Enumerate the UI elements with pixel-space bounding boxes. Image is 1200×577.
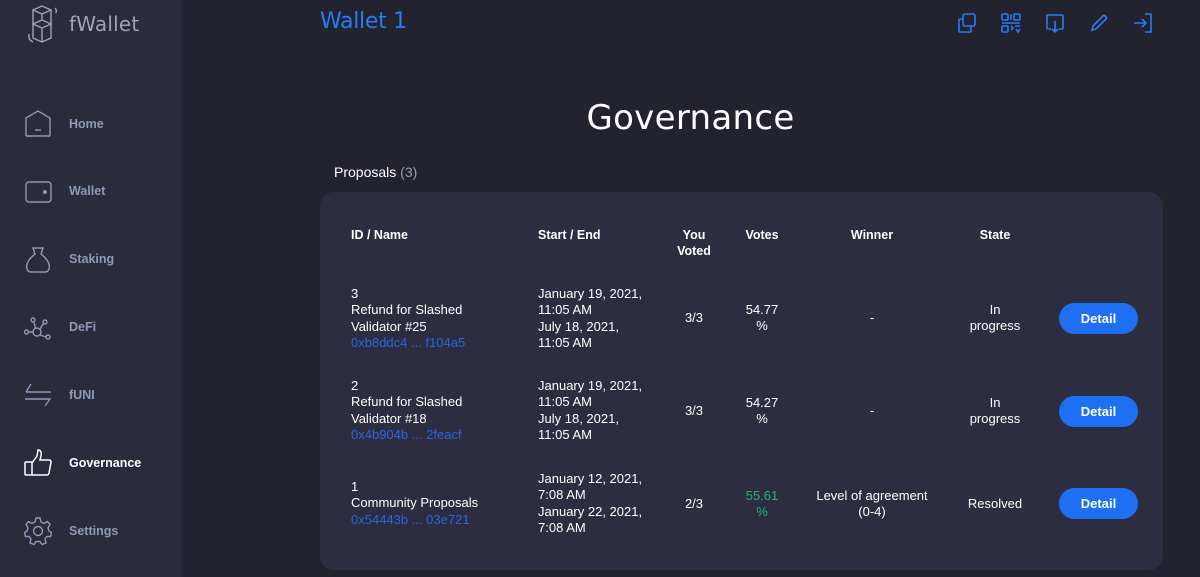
wallet-icon bbox=[23, 176, 53, 206]
copy-icon[interactable] bbox=[955, 11, 979, 35]
header-you-voted: You Voted bbox=[677, 228, 711, 258]
sidebar-item-label: Settings bbox=[69, 524, 119, 538]
sidebar-item-label: Staking bbox=[69, 252, 115, 266]
you-voted-value: 2/3 bbox=[684, 496, 704, 511]
gear-icon bbox=[23, 516, 53, 546]
sidebar-item-wallet[interactable]: Wallet bbox=[23, 171, 173, 211]
sidebar-item-label: fUNI bbox=[69, 388, 95, 402]
proposals-count: (3) bbox=[400, 164, 418, 180]
detail-button[interactable]: Detail bbox=[1059, 488, 1138, 519]
state-value: In progress bbox=[969, 302, 1021, 334]
sidebar-item-settings[interactable]: Settings bbox=[23, 511, 173, 551]
proposal-id-name: 3 Refund for Slashed Validator #25 0xb8d… bbox=[351, 286, 466, 351]
winner-value: Level of agreement (0-4) bbox=[816, 488, 928, 520]
staking-bag-icon bbox=[23, 244, 53, 274]
qr-code-icon[interactable] bbox=[999, 11, 1023, 35]
sidebar-item-staking[interactable]: Staking bbox=[23, 239, 173, 279]
winner-value: - bbox=[869, 403, 875, 418]
proposal-address-link[interactable]: 0x54443b ... 03e721 bbox=[351, 512, 478, 528]
votes-value: 54.77 % bbox=[745, 302, 779, 334]
sidebar-item-home[interactable]: Home bbox=[23, 104, 173, 144]
sidebar-item-governance[interactable]: Governance bbox=[23, 443, 173, 483]
sidebar-item-label: Home bbox=[69, 117, 104, 131]
app-name: fWallet bbox=[69, 12, 140, 36]
defi-network-icon bbox=[23, 312, 53, 342]
sidebar: fWallet Home Wallet Staking DeFi fUNI Go… bbox=[0, 0, 181, 577]
header-actions bbox=[955, 11, 1175, 35]
fantom-logo-icon bbox=[28, 5, 58, 43]
header-state: State bbox=[979, 228, 1011, 242]
winner-value: - bbox=[869, 310, 875, 325]
you-voted-value: 3/3 bbox=[684, 310, 704, 325]
proposals-label: Proposals bbox=[334, 164, 397, 180]
proposal-dates: January 12, 2021, 7:08 AM January 22, 20… bbox=[538, 471, 643, 535]
pencil-icon[interactable] bbox=[1087, 11, 1111, 35]
state-value: In progress bbox=[969, 395, 1021, 427]
sidebar-item-funi[interactable]: fUNI bbox=[23, 375, 173, 415]
proposal-address-link[interactable]: 0xb8ddc4 ... f104a5 bbox=[351, 335, 465, 351]
header-votes: Votes bbox=[745, 228, 779, 242]
you-voted-value: 3/3 bbox=[684, 403, 704, 418]
wallet-title[interactable]: Wallet 1 bbox=[320, 9, 407, 34]
proposal-dates: January 19, 2021, 11:05 AM July 18, 2021… bbox=[538, 286, 643, 350]
votes-value: 54.27 % bbox=[745, 395, 779, 427]
detail-button[interactable]: Detail bbox=[1059, 396, 1138, 427]
app-logo[interactable]: fWallet bbox=[24, 4, 139, 48]
proposals-heading: Proposals (3) bbox=[334, 164, 417, 180]
home-icon bbox=[23, 109, 53, 139]
sidebar-item-label: DeFi bbox=[69, 320, 97, 334]
sidebar-item-defi[interactable]: DeFi bbox=[23, 307, 173, 347]
page-title: Governance bbox=[586, 98, 795, 138]
sidebar-item-label: Governance bbox=[69, 456, 142, 470]
header-id-name: ID / Name bbox=[351, 228, 408, 242]
proposal-id-name: 1 Community Proposals 0x54443b ... 03e72… bbox=[351, 479, 479, 528]
swap-arrows-icon bbox=[23, 380, 53, 410]
header-start-end: Start / End bbox=[538, 228, 601, 242]
download-icon[interactable] bbox=[1043, 11, 1067, 35]
proposal-id-name: 2 Refund for Slashed Validator #18 0x4b9… bbox=[351, 378, 463, 443]
proposal-address-link[interactable]: 0x4b904b ... 2feacf bbox=[351, 427, 462, 443]
header-winner: Winner bbox=[850, 228, 894, 242]
detail-button[interactable]: Detail bbox=[1059, 303, 1138, 334]
state-value: Resolved bbox=[967, 496, 1023, 511]
proposal-dates: January 19, 2021, 11:05 AM July 18, 2021… bbox=[538, 378, 643, 442]
thumbs-up-icon bbox=[23, 448, 53, 478]
sidebar-item-label: Wallet bbox=[69, 184, 106, 198]
votes-value: 55.61 % bbox=[745, 488, 779, 520]
logout-icon[interactable] bbox=[1131, 11, 1155, 35]
